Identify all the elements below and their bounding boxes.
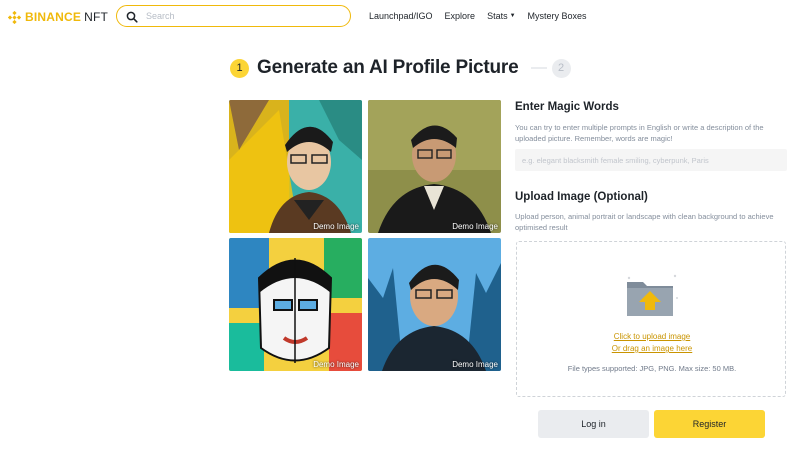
upload-image-hint: Upload person, animal portrait or landsc… <box>515 212 774 232</box>
magic-words-input[interactable] <box>515 149 787 171</box>
search-input[interactable] <box>146 11 336 21</box>
nav-explore[interactable]: Explore <box>445 11 476 21</box>
demo-image-3: Demo Image <box>229 238 362 371</box>
logo-brand: BINANCE <box>25 10 82 24</box>
search-box[interactable] <box>116 5 351 27</box>
page-title: Generate an AI Profile Picture <box>257 57 519 78</box>
demo-image-4: Demo Image <box>368 238 501 371</box>
main-nav: Launchpad/IGO Explore Stats ▼ Mystery Box… <box>369 11 599 21</box>
step-1-badge: 1 <box>230 58 249 78</box>
search-icon <box>126 10 138 23</box>
nav-stats-label: Stats <box>487 11 508 21</box>
upload-image-title: Upload Image (Optional) <box>515 191 648 203</box>
magic-words-hint: You can try to enter multiple prompts in… <box>515 123 764 143</box>
demo-label: Demo Image <box>313 360 359 369</box>
top-header: BINANCENFT Launchpad/IGO Explore Stats▼ … <box>0 0 800 34</box>
login-button[interactable]: Log in <box>538 410 649 438</box>
nav-stats[interactable]: Stats ▼ <box>487 11 515 21</box>
click-to-upload-link[interactable]: Click to upload image <box>517 332 787 341</box>
demo-image-2: Demo Image <box>368 100 501 233</box>
step-connector <box>530 67 547 69</box>
demo-label: Demo Image <box>313 222 359 231</box>
demo-portrait-3-illustration <box>229 238 362 371</box>
demo-portrait-2-illustration <box>368 100 501 233</box>
drag-image-link[interactable]: Or drag an image here <box>517 344 787 353</box>
logo-text: BINANCE NFT <box>25 10 108 24</box>
step-2-badge: 2 <box>551 58 571 78</box>
nav-mystery-boxes[interactable]: Mystery Boxes <box>528 11 587 21</box>
step-title-row: 1 Generate an AI Profile Picture 2 <box>230 57 571 79</box>
logo-suffix: NFT <box>84 10 109 24</box>
binance-nft-logo[interactable]: BINANCE NFT <box>8 10 108 24</box>
nav-launchpad-igo[interactable]: Launchpad/IGO <box>369 11 433 21</box>
magic-words-title: Enter Magic Words <box>515 101 619 113</box>
upload-dropzone[interactable]: Click to upload image Or drag an image h… <box>516 241 786 397</box>
folder-upload-icon <box>625 272 679 325</box>
demo-label: Demo Image <box>452 360 498 369</box>
caret-down-icon: ▼ <box>509 13 516 19</box>
demo-image-1: Demo Image <box>229 100 362 233</box>
file-types-note: File types supported: JPG, PNG. Max size… <box>567 364 737 373</box>
demo-portrait-1-illustration <box>229 100 362 233</box>
register-button[interactable]: Register <box>654 410 765 438</box>
demo-label: Demo Image <box>452 222 498 231</box>
demo-portrait-4-illustration <box>368 238 501 371</box>
binance-logo-icon <box>8 10 21 24</box>
